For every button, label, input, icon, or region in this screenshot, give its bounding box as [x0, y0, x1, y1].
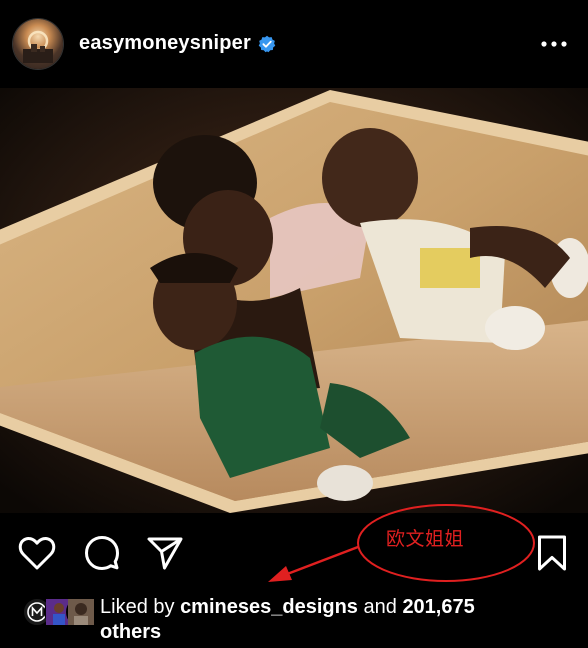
person-avatar-icon [68, 599, 94, 625]
post-photo-illustration [0, 88, 588, 513]
likes-prefix: Liked by [100, 596, 175, 618]
liker-avatar [66, 597, 96, 627]
likes-middle: and [363, 596, 397, 618]
username[interactable]: easymoneysniper [79, 32, 251, 55]
verified-badge-icon [258, 35, 276, 52]
liker-avatars[interactable] [22, 597, 96, 627]
likes-count[interactable]: 201,675 [402, 596, 474, 618]
comment-icon[interactable] [83, 534, 121, 572]
avatar-image [23, 30, 53, 63]
bookmark-icon[interactable] [536, 534, 568, 572]
likes-summary: Liked by cmineses_designs and 201,675 oth… [100, 595, 570, 645]
likes-suffix[interactable]: others [100, 621, 161, 643]
post-action-bar [0, 513, 588, 593]
more-options-icon[interactable] [540, 34, 568, 54]
post-image[interactable] [0, 88, 588, 513]
paper-plane-icon[interactable] [146, 534, 184, 572]
post-header: easymoneysniper [0, 0, 588, 88]
username-row: easymoneysniper [79, 32, 276, 55]
heart-icon[interactable] [18, 535, 56, 571]
profile-avatar[interactable] [13, 19, 63, 69]
liker-username[interactable]: cmineses_designs [180, 596, 358, 618]
annotation-label: 欧文姐姐 [386, 528, 465, 550]
